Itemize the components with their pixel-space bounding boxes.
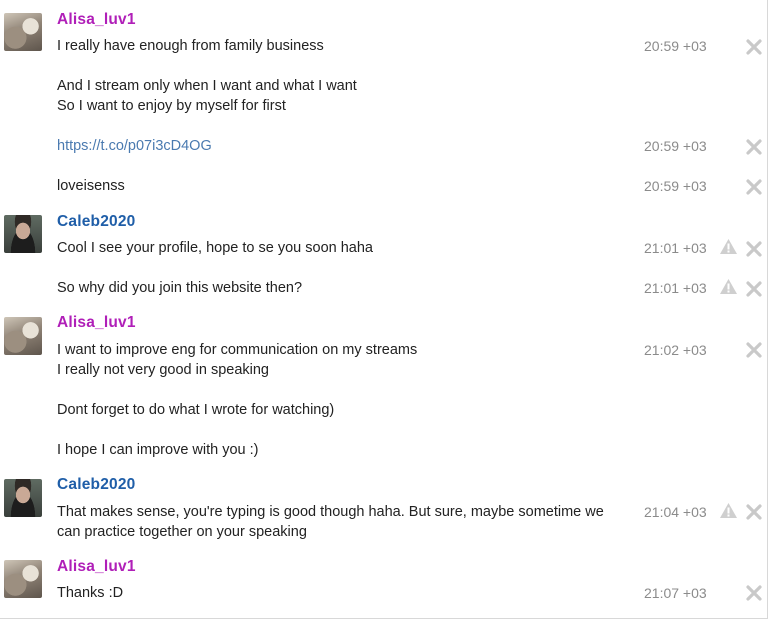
chat-history: Alisa_luv1 I really have enough from fam… <box>0 0 768 619</box>
close-icon[interactable] <box>745 584 763 602</box>
message-line: That makes sense, you're typing is good … <box>57 504 604 520</box>
avatar-alisa[interactable] <box>4 317 42 355</box>
message-timestamp: 20:59 +03 <box>644 138 707 154</box>
username-alisa[interactable]: Alisa_luv1 <box>57 314 136 332</box>
close-icon[interactable] <box>745 138 763 156</box>
message-line: I want to improve eng for communication … <box>57 342 418 358</box>
username-caleb[interactable]: Caleb2020 <box>57 476 136 494</box>
close-icon[interactable] <box>745 38 763 56</box>
message-line: I hope I can improve with you :) <box>57 442 259 458</box>
message-timestamp: 21:07 +03 <box>644 585 707 601</box>
close-icon[interactable] <box>745 503 763 521</box>
message-line: I really have enough from family busines… <box>57 38 324 54</box>
warning-icon[interactable] <box>719 238 738 255</box>
warning-icon[interactable] <box>719 502 738 519</box>
message-line: So I want to enjoy by myself for first <box>57 98 286 114</box>
message-timestamp: 21:01 +03 <box>644 240 707 256</box>
avatar-alisa[interactable] <box>4 560 42 598</box>
message-line: Cool I see your profile, hope to se you … <box>57 240 373 256</box>
message-timestamp: 20:59 +03 <box>644 38 707 54</box>
message-line: And I stream only when I want and what I… <box>57 78 357 94</box>
message-line: So why did you join this website then? <box>57 280 303 296</box>
message-line: loveisenss <box>57 178 125 194</box>
close-icon[interactable] <box>745 178 763 196</box>
message-timestamp: 21:02 +03 <box>644 342 707 358</box>
message-timestamp: 21:01 +03 <box>644 280 707 296</box>
username-caleb[interactable]: Caleb2020 <box>57 213 136 231</box>
close-icon[interactable] <box>745 240 763 258</box>
message-link[interactable]: https://t.co/p07i3cD4OG <box>57 138 212 154</box>
warning-icon[interactable] <box>719 278 738 295</box>
close-icon[interactable] <box>745 341 763 359</box>
close-icon[interactable] <box>745 280 763 298</box>
message-timestamp: 21:04 +03 <box>644 504 707 520</box>
username-alisa[interactable]: Alisa_luv1 <box>57 11 136 29</box>
message-line: can practice together on your speaking <box>57 524 307 540</box>
message-line: I really not very good in speaking <box>57 362 269 378</box>
avatar-caleb[interactable] <box>4 215 42 253</box>
avatar-caleb[interactable] <box>4 479 42 517</box>
username-alisa[interactable]: Alisa_luv1 <box>57 558 136 576</box>
avatar-alisa[interactable] <box>4 13 42 51</box>
message-timestamp: 20:59 +03 <box>644 178 707 194</box>
message-line: Dont forget to do what I wrote for watch… <box>57 402 335 418</box>
message-line: Thanks :D <box>57 585 124 601</box>
